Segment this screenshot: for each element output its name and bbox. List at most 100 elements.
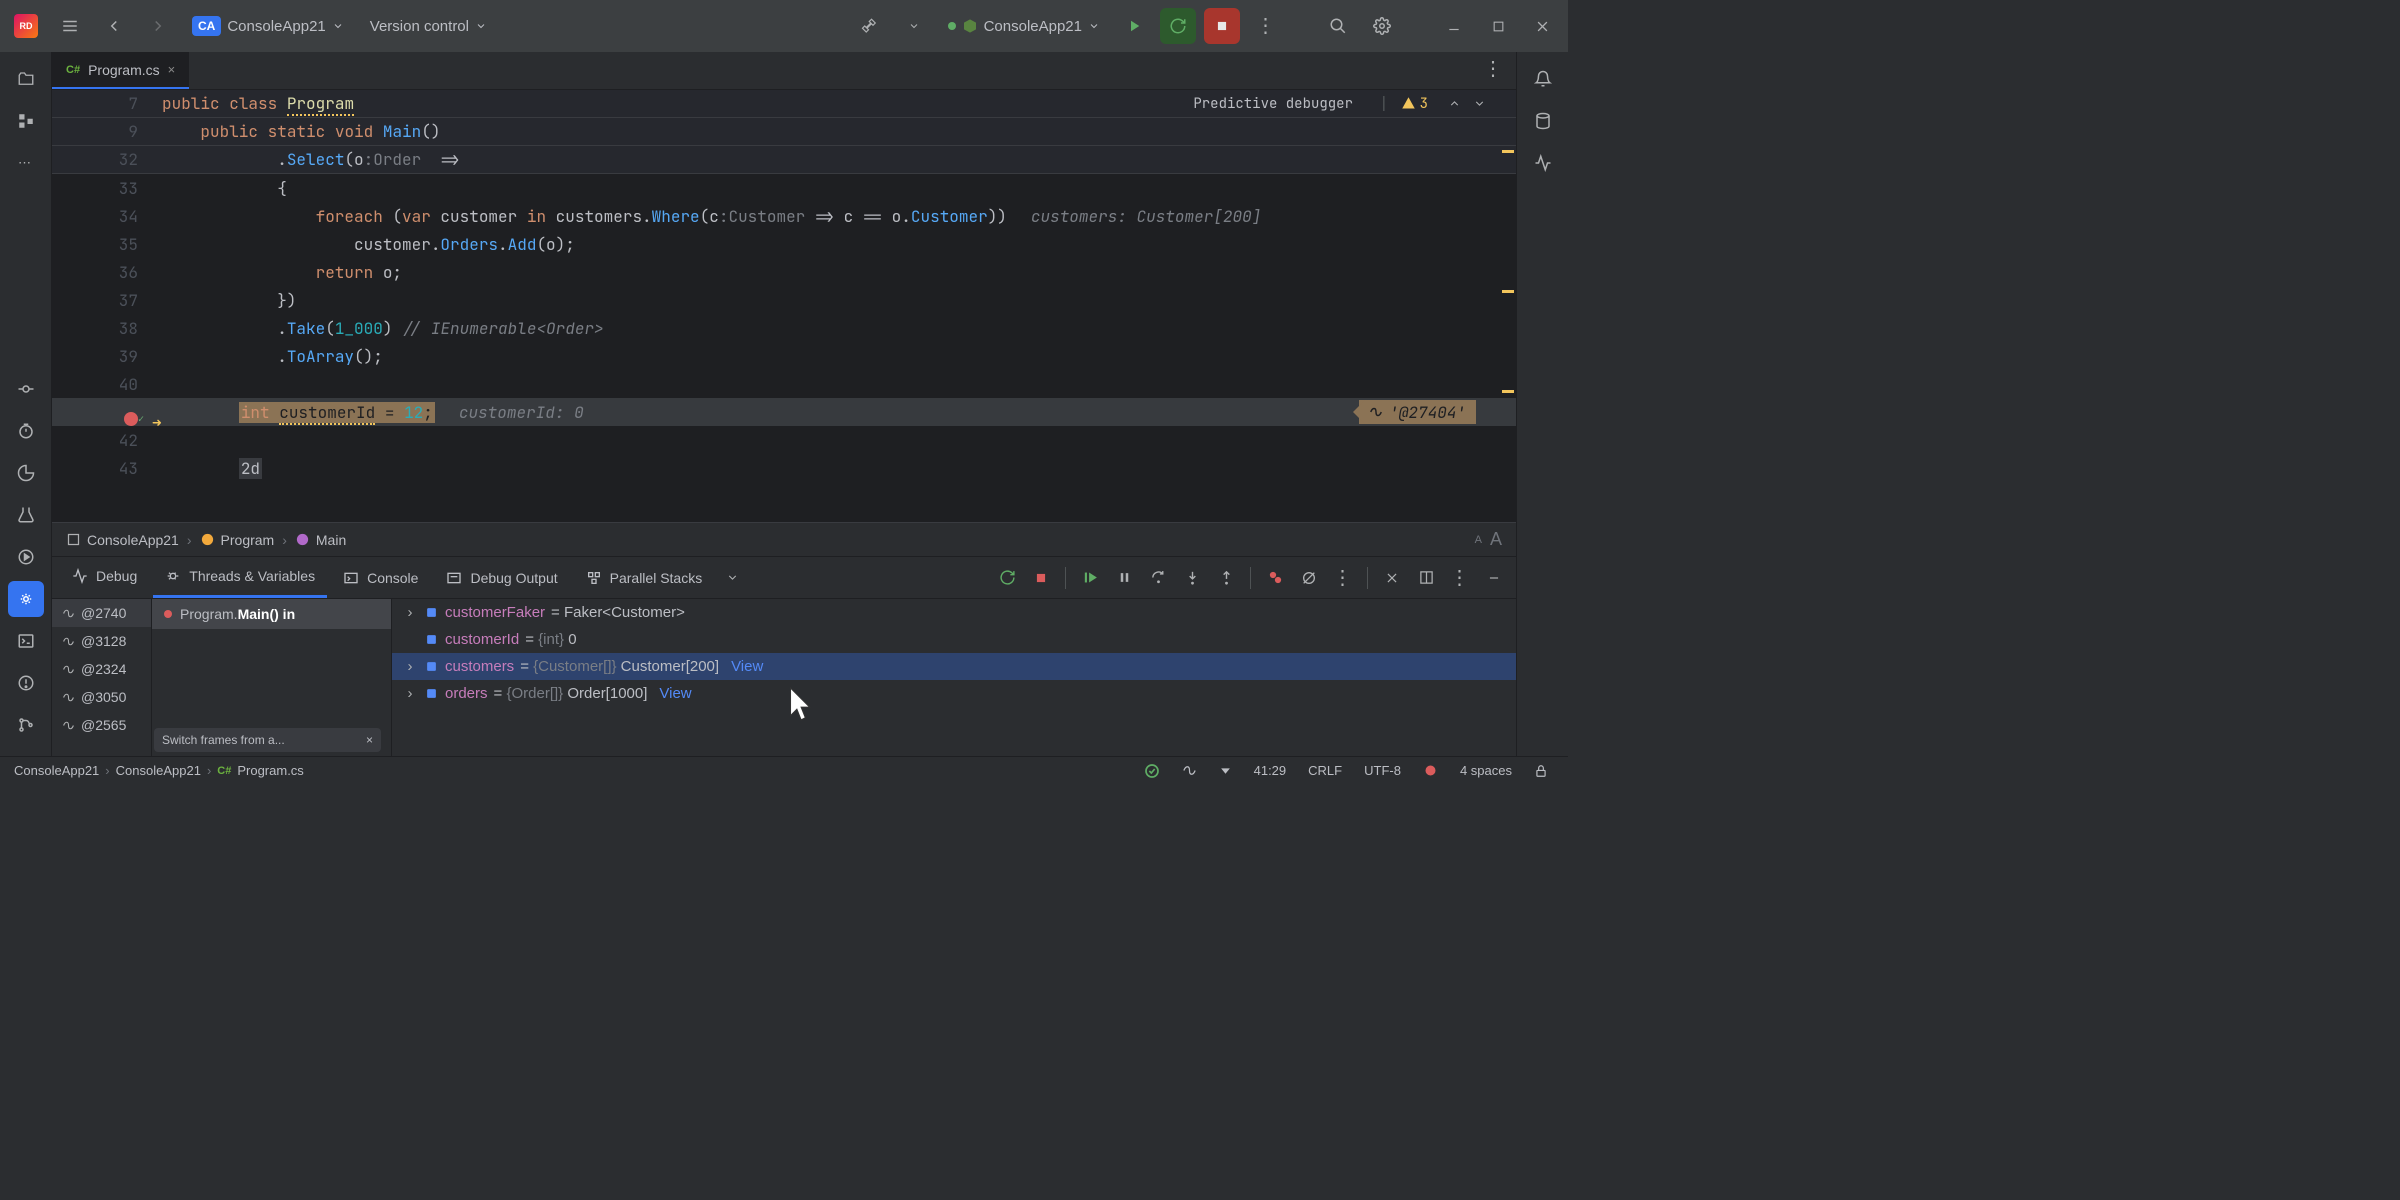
line-separator[interactable]: CRLF (1302, 763, 1348, 778)
step-out-icon[interactable] (1212, 564, 1240, 592)
close-panel-icon[interactable] (1378, 564, 1406, 592)
debug-run-icon[interactable] (1116, 8, 1152, 44)
tab-options-icon[interactable]: ⋮ (1471, 63, 1516, 78)
status-breadcrumb[interactable]: ConsoleApp21 › ConsoleApp21 › C# Program… (14, 763, 304, 778)
more-options-icon[interactable]: ⋮ (1248, 8, 1284, 44)
thread-item[interactable]: @2740 (52, 599, 151, 627)
variable-row[interactable]: customerId = {int} 0 (392, 626, 1516, 653)
font-size-toggle[interactable]: A (1490, 529, 1502, 550)
stack-frame[interactable]: Program.Main() in (152, 599, 391, 629)
readonly-lock-icon[interactable] (1528, 764, 1554, 778)
breadcrumb-item[interactable]: Program (200, 532, 275, 548)
pause-icon[interactable] (1110, 564, 1138, 592)
commit-tool-icon[interactable] (8, 371, 44, 407)
project-selector[interactable]: CA ConsoleApp21 (184, 12, 352, 40)
git-tool-icon[interactable] (8, 707, 44, 743)
thread-item[interactable]: @2324 (52, 655, 151, 683)
close-tab-icon[interactable]: × (168, 62, 176, 77)
build-dropdown-icon[interactable] (896, 8, 932, 44)
tab-console[interactable]: Console (331, 557, 430, 598)
csharp-icon: C# (66, 64, 80, 76)
thread-item[interactable]: @2565 (52, 711, 151, 739)
run-config-selector[interactable]: ConsoleApp21 (940, 14, 1108, 39)
maximize-icon[interactable] (1480, 8, 1516, 44)
line-number: 7 (52, 93, 162, 114)
settings-icon[interactable] (1364, 8, 1400, 44)
debug-tool-icon[interactable] (8, 581, 44, 617)
status-progress-icon[interactable] (1176, 763, 1203, 778)
tab-stacks[interactable]: Parallel Stacks (574, 557, 715, 598)
timer-tool-icon[interactable] (8, 413, 44, 449)
expand-icon[interactable]: › (402, 685, 418, 702)
forward-icon[interactable] (140, 8, 176, 44)
view-link[interactable]: View (731, 658, 763, 675)
chevron-up-icon[interactable] (1448, 97, 1461, 110)
stop-button[interactable] (1204, 8, 1240, 44)
tab-threads[interactable]: Threads & Variables (153, 557, 327, 598)
breadcrumb-item[interactable]: ConsoleApp21 (66, 532, 179, 548)
resume-icon[interactable] (1076, 564, 1104, 592)
problems-tool-icon[interactable] (8, 665, 44, 701)
code-editor[interactable]: 7 public class Program Predictive debugg… (52, 90, 1516, 522)
more-debug-icon[interactable]: ⋮ (1329, 564, 1357, 592)
layout-icon[interactable] (1412, 564, 1440, 592)
profiler-tool-icon[interactable] (8, 455, 44, 491)
unit-tests-tool-icon[interactable] (8, 497, 44, 533)
close-icon[interactable] (1524, 8, 1560, 44)
menu-icon[interactable] (52, 8, 88, 44)
predictive-debugger-label[interactable]: Predictive debugger (1193, 95, 1353, 113)
close-tip-icon[interactable]: × (366, 733, 373, 747)
cursor-position[interactable]: 41:29 (1248, 763, 1293, 778)
file-tab[interactable]: C# Program.cs × (52, 52, 189, 89)
debug-marker[interactable]: '@27404' (1359, 400, 1476, 424)
warnings-badge[interactable]: 3 (1401, 95, 1428, 113)
expand-icon[interactable]: › (402, 658, 418, 675)
minimize-panel-icon[interactable] (1480, 564, 1508, 592)
tab-filename: Program.cs (88, 62, 160, 78)
module-icon (66, 532, 81, 547)
more-tool-icon[interactable]: ⋯ (8, 145, 44, 181)
step-over-icon[interactable] (1144, 564, 1172, 592)
view-link[interactable]: View (659, 685, 691, 702)
thread-item[interactable]: @3050 (52, 683, 151, 711)
project-tool-icon[interactable] (8, 61, 44, 97)
chevron-down-icon[interactable] (726, 571, 739, 584)
minimize-icon[interactable] (1436, 8, 1472, 44)
variable-row[interactable]: › customerFaker = Faker<Customer> (392, 599, 1516, 626)
indent-setting[interactable]: 4 spaces (1454, 763, 1518, 778)
rerun-debug-icon[interactable] (993, 564, 1021, 592)
stop-debug-icon[interactable] (1027, 564, 1055, 592)
terminal-tool-icon[interactable] (8, 623, 44, 659)
build-icon[interactable] (852, 8, 888, 44)
variable-row[interactable]: › customers = {Customer[]} Customer[200]… (392, 653, 1516, 680)
monitoring-icon[interactable] (1525, 145, 1561, 181)
database-icon[interactable] (1525, 103, 1561, 139)
breakpoint-icon[interactable] (124, 412, 138, 426)
status-nav-down-icon[interactable] (1213, 764, 1238, 777)
variable-row[interactable]: › orders = {Order[]} Order[1000] View (392, 680, 1516, 707)
line-number: 42 (52, 430, 162, 451)
editor-marker-strip[interactable] (1498, 90, 1516, 522)
frame-tooltip[interactable]: Switch frames from a... × (154, 728, 381, 752)
search-icon[interactable] (1320, 8, 1356, 44)
notifications-icon[interactable] (1525, 61, 1561, 97)
options-icon[interactable]: ⋮ (1446, 564, 1474, 592)
vcs-selector[interactable]: Version control (360, 14, 497, 39)
structure-tool-icon[interactable] (8, 103, 44, 139)
mute-breakpoints-icon[interactable] (1295, 564, 1323, 592)
breadcrumb-item[interactable]: Main (295, 532, 346, 548)
error-indicator-icon[interactable] (1417, 763, 1444, 778)
status-ok-icon[interactable] (1138, 763, 1166, 779)
encoding[interactable]: UTF-8 (1358, 763, 1407, 778)
tab-debug[interactable]: Debug (60, 557, 149, 598)
tab-output[interactable]: Debug Output (434, 557, 569, 598)
rerun-button[interactable] (1160, 8, 1196, 44)
back-icon[interactable] (96, 8, 132, 44)
expand-icon[interactable]: › (402, 604, 418, 621)
step-into-icon[interactable] (1178, 564, 1206, 592)
run-tool-icon[interactable] (8, 539, 44, 575)
chevron-down-icon[interactable] (1473, 97, 1486, 110)
breakpoints-icon[interactable] (1261, 564, 1289, 592)
font-size-toggle[interactable]: A (1475, 534, 1482, 546)
thread-item[interactable]: @3128 (52, 627, 151, 655)
